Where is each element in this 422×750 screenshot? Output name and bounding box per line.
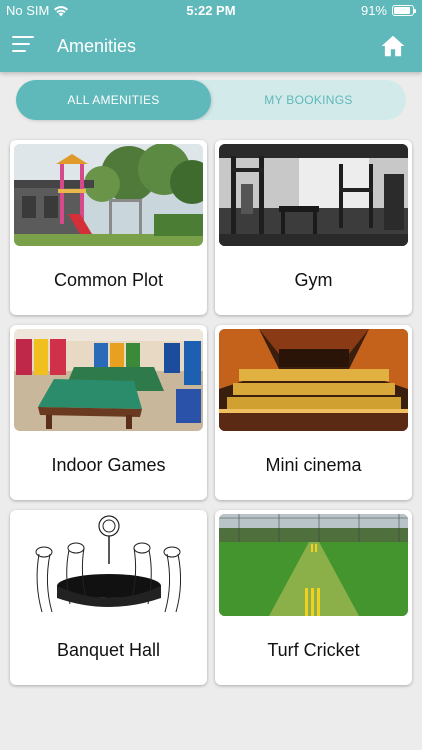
amenity-card-gym[interactable]: Gym (215, 140, 412, 315)
hamburger-menu-icon[interactable] (12, 36, 36, 56)
page-title: Amenities (57, 36, 137, 56)
amenity-card-turf-cricket[interactable]: Turf Cricket (215, 510, 412, 685)
status-bar: No SIM 5:22 PM 91% (0, 0, 422, 22)
amenity-name: Common Plot (53, 270, 164, 290)
amenity-name: Mini cinema (265, 455, 362, 475)
battery-icon (392, 5, 416, 16)
app-header: No SIM 5:22 PM 91% Amenities (0, 0, 422, 72)
amenity-card-mini-cinema[interactable]: Mini cinema (215, 325, 412, 500)
amenity-name: Indoor Games (51, 455, 166, 475)
tab-all-amenities[interactable]: ALL AMENITIES (16, 80, 211, 120)
amenity-image (219, 329, 408, 431)
tab-my-bookings[interactable]: MY BOOKINGS (211, 80, 406, 120)
status-time: 5:22 PM (186, 3, 236, 18)
amenity-name: Turf Cricket (267, 640, 360, 660)
home-icon[interactable] (380, 33, 406, 59)
amenity-image (14, 144, 203, 246)
amenity-name: Banquet Hall (56, 640, 161, 660)
amenity-image (14, 329, 203, 431)
app-bar: Amenities (0, 22, 422, 72)
amenity-card-banquet-hall[interactable]: Banquet Hall (10, 510, 207, 685)
amenity-card-common-plot[interactable]: Common Plot (10, 140, 207, 315)
amenity-image (219, 144, 408, 246)
status-right: 91% (360, 3, 416, 18)
amenity-image (219, 514, 408, 616)
battery-percent: 91% (360, 3, 387, 18)
amenity-name: Gym (294, 270, 333, 290)
amenity-card-indoor-games[interactable]: Indoor Games (10, 325, 207, 500)
amenity-image (14, 514, 203, 616)
amenities-grid: Common Plot Gym Indoor Games Mini cinema… (10, 140, 412, 685)
battery-level (394, 7, 411, 14)
amenities-tab-bar: ALL AMENITIES MY BOOKINGS (16, 80, 406, 120)
